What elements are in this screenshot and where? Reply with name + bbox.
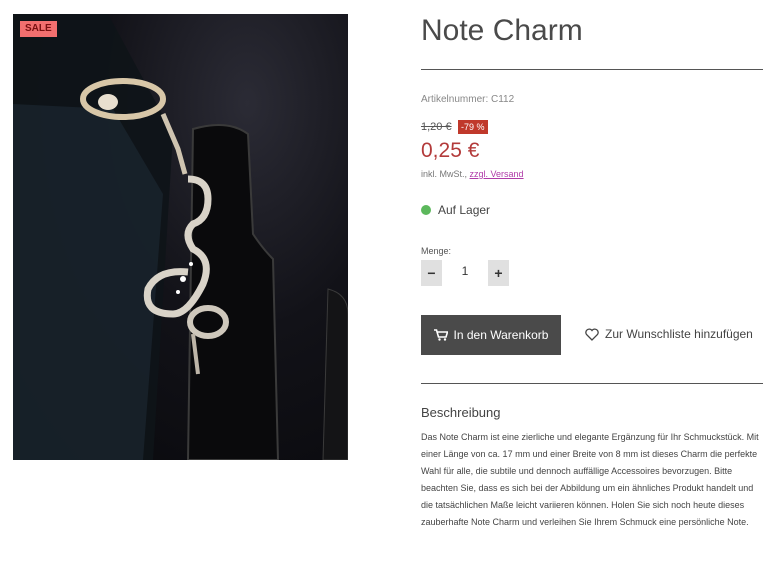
description-title: Beschreibung (421, 405, 501, 420)
tax-info: inkl. MwSt., zzgl. Versand (421, 169, 524, 179)
sku: Artikelnummer: C112 (421, 94, 515, 105)
cart-icon (433, 329, 448, 341)
description-text: Das Note Charm ist eine zierliche und el… (421, 432, 759, 527)
sale-badge: SALE (20, 21, 57, 37)
actions-divider (421, 383, 763, 384)
wishlist-label: Zur Wunschliste hinzufügen (605, 327, 753, 341)
heart-icon (585, 327, 599, 341)
quantity-input[interactable]: 1 (448, 264, 482, 278)
discount-badge: -79 % (458, 120, 488, 134)
product-title: Note Charm (421, 14, 583, 47)
quantity-label: Menge: (421, 246, 452, 256)
current-price: 0,25 € (421, 139, 480, 162)
status-dot-icon (421, 205, 431, 215)
stock-status: Auf Lager (438, 203, 491, 217)
quantity-increase-button[interactable]: + (488, 260, 509, 286)
quantity-decrease-button[interactable]: − (421, 260, 442, 286)
product-image[interactable]: SALE (13, 14, 348, 460)
shipping-link[interactable]: zzgl. Versand (470, 169, 524, 179)
product-photo (13, 14, 348, 460)
add-to-cart-label: In den Warenkorb (453, 328, 549, 342)
title-divider (421, 69, 763, 70)
add-to-cart-button[interactable]: In den Warenkorb (421, 315, 561, 355)
wishlist-button[interactable]: Zur Wunschliste hinzufügen (585, 327, 753, 341)
tax-text: inkl. MwSt., (421, 169, 468, 179)
old-price: 1,20 € (421, 121, 452, 133)
